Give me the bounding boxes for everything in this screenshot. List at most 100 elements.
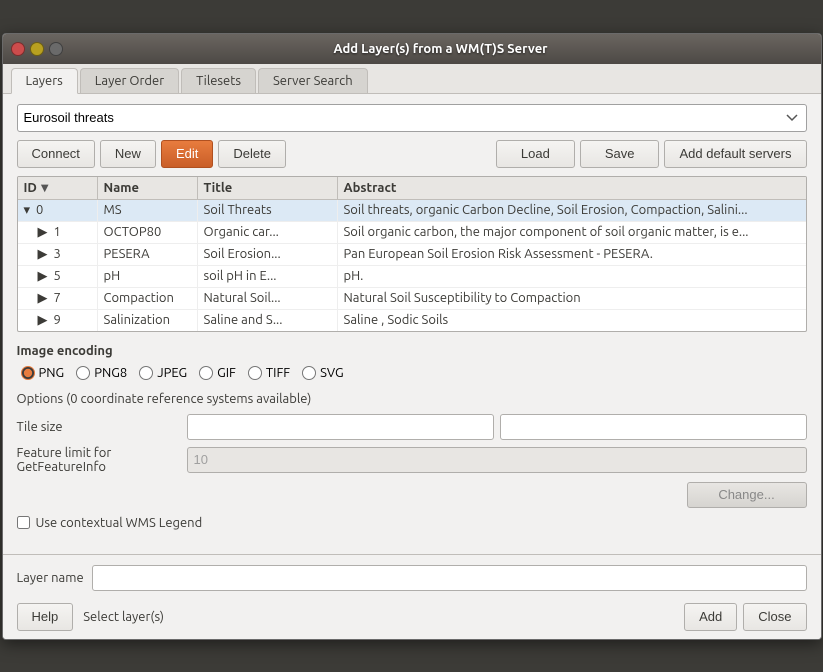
radio-png8-input[interactable] — [76, 366, 90, 380]
cell-name: MS — [98, 200, 198, 221]
layer-name-input[interactable] — [92, 565, 807, 591]
contextual-wms-checkbox[interactable] — [17, 516, 30, 529]
radio-png8[interactable]: PNG8 — [76, 366, 127, 380]
expand-icon[interactable]: ▶ — [38, 291, 48, 306]
cell-name: PESERA — [98, 244, 198, 265]
table-row[interactable]: ▶ 1 OCTOP80 Organic car... Soil organic … — [18, 222, 806, 244]
layers-table: ID ▼ Name Title Abstract ▾ 0 MS Soil Thr… — [17, 176, 807, 332]
radio-svg-label: SVG — [320, 366, 344, 380]
help-button[interactable]: Help — [17, 603, 74, 631]
cell-abstract: pH. — [338, 266, 806, 287]
table-row[interactable]: ▶ 9 Salinization Saline and S... Saline … — [18, 310, 806, 331]
col-name: Name — [98, 177, 198, 199]
tab-bar: Layers Layer Order Tilesets Server Searc… — [3, 64, 821, 94]
radio-svg[interactable]: SVG — [302, 366, 344, 380]
save-button[interactable]: Save — [580, 140, 660, 168]
expand-icon[interactable]: ▶ — [38, 269, 48, 284]
maximize-window-button[interactable] — [49, 42, 63, 56]
close-button[interactable]: Close — [743, 603, 806, 631]
col-title: Title — [198, 177, 338, 199]
expand-icon[interactable]: ▶ — [38, 225, 48, 240]
server-select-row: Eurosoil threats — [17, 104, 807, 132]
col-abstract: Abstract — [338, 177, 806, 199]
table-row[interactable]: ▾ 0 MS Soil Threats Soil threats, organi… — [18, 200, 806, 222]
radio-tiff-input[interactable] — [248, 366, 262, 380]
tile-size-height-input[interactable] — [500, 414, 807, 440]
table-row[interactable]: ▶ 5 pH soil pH in E... pH. — [18, 266, 806, 288]
col-id: ID ▼ — [18, 177, 98, 199]
cell-name: OCTOP80 — [98, 222, 198, 243]
options-label: Options (0 coordinate reference systems … — [17, 392, 807, 406]
tile-size-width-input[interactable] — [187, 414, 494, 440]
tab-server-search[interactable]: Server Search — [258, 68, 368, 93]
cell-title: Saline and S... — [198, 310, 338, 331]
cell-name: pH — [98, 266, 198, 287]
cell-name: Compaction — [98, 288, 198, 309]
options-grid: Tile size Feature limit for GetFeatureIn… — [17, 414, 807, 474]
tile-size-inputs — [187, 414, 807, 440]
table-row[interactable]: ▶ 7 Compaction Natural Soil... Natural S… — [18, 288, 806, 310]
delete-button[interactable]: Delete — [218, 140, 286, 168]
cell-abstract: Soil organic carbon, the major component… — [338, 222, 806, 243]
image-encoding-label: Image encoding — [17, 344, 807, 358]
minimize-window-button[interactable] — [30, 42, 44, 56]
cell-id: ▶ 3 — [18, 244, 98, 265]
load-button[interactable]: Load — [496, 140, 575, 168]
cell-title: Soil Erosion... — [198, 244, 338, 265]
cell-id: ▶ 7 — [18, 288, 98, 309]
radio-svg-input[interactable] — [302, 366, 316, 380]
window-title: Add Layer(s) from a WM(T)S Server — [69, 42, 813, 56]
radio-gif-input[interactable] — [199, 366, 213, 380]
add-button[interactable]: Add — [684, 603, 737, 631]
radio-png[interactable]: PNG — [21, 366, 65, 380]
radio-tiff[interactable]: TIFF — [248, 366, 290, 380]
feature-limit-input — [187, 447, 807, 473]
edit-button[interactable]: Edit — [161, 140, 213, 168]
tab-tilesets[interactable]: Tilesets — [181, 68, 256, 93]
sort-icon: ▼ — [41, 182, 49, 194]
radio-png-input[interactable] — [21, 366, 35, 380]
feature-limit-row — [187, 447, 807, 473]
expand-icon[interactable]: ▾ — [24, 203, 31, 218]
table-header: ID ▼ Name Title Abstract — [18, 177, 806, 200]
radio-jpeg-input[interactable] — [139, 366, 153, 380]
image-encoding-group: PNG PNG8 JPEG GIF TIFF SVG — [21, 366, 807, 380]
tile-size-label: Tile size — [17, 420, 177, 434]
cell-title: soil pH in E... — [198, 266, 338, 287]
bottom-left: Help Select layer(s) — [17, 603, 165, 631]
tab-layer-order[interactable]: Layer Order — [80, 68, 179, 93]
connect-button[interactable]: Connect — [17, 140, 95, 168]
cell-abstract: Pan European Soil Erosion Risk Assessmen… — [338, 244, 806, 265]
cell-title: Natural Soil... — [198, 288, 338, 309]
server-toolbar: Connect New Edit Delete Load Save Add de… — [17, 140, 807, 168]
radio-png8-label: PNG8 — [94, 366, 127, 380]
layer-name-label: Layer name — [17, 571, 84, 585]
change-button: Change... — [687, 482, 807, 508]
bottom-right: Add Close — [684, 603, 806, 631]
table-row[interactable]: ▶ 3 PESERA Soil Erosion... Pan European … — [18, 244, 806, 266]
new-button[interactable]: New — [100, 140, 156, 168]
cell-id: ▶ 9 — [18, 310, 98, 331]
contextual-wms-row: Use contextual WMS Legend — [17, 516, 807, 530]
close-window-button[interactable] — [11, 42, 25, 56]
window-controls — [11, 42, 63, 56]
radio-png-label: PNG — [39, 366, 65, 380]
cell-abstract: Saline , Sodic Soils — [338, 310, 806, 331]
server-dropdown[interactable]: Eurosoil threats — [17, 104, 807, 132]
expand-icon[interactable]: ▶ — [38, 247, 48, 262]
footer: Layer name Help Select layer(s) Add Clos… — [3, 565, 821, 639]
cell-abstract: Soil threats, organic Carbon Decline, So… — [338, 200, 806, 221]
layer-name-row: Layer name — [17, 565, 807, 591]
radio-jpeg[interactable]: JPEG — [139, 366, 187, 380]
cell-title: Soil Threats — [198, 200, 338, 221]
main-window: Add Layer(s) from a WM(T)S Server Layers… — [2, 33, 822, 640]
status-text: Select layer(s) — [83, 610, 164, 624]
tab-layers[interactable]: Layers — [11, 68, 78, 94]
contextual-wms-label: Use contextual WMS Legend — [36, 516, 203, 530]
expand-icon[interactable]: ▶ — [38, 313, 48, 328]
cell-id: ▶ 1 — [18, 222, 98, 243]
radio-gif[interactable]: GIF — [199, 366, 236, 380]
add-default-servers-button[interactable]: Add default servers — [664, 140, 806, 168]
change-btn-row: Change... — [17, 482, 807, 508]
radio-gif-label: GIF — [217, 366, 236, 380]
